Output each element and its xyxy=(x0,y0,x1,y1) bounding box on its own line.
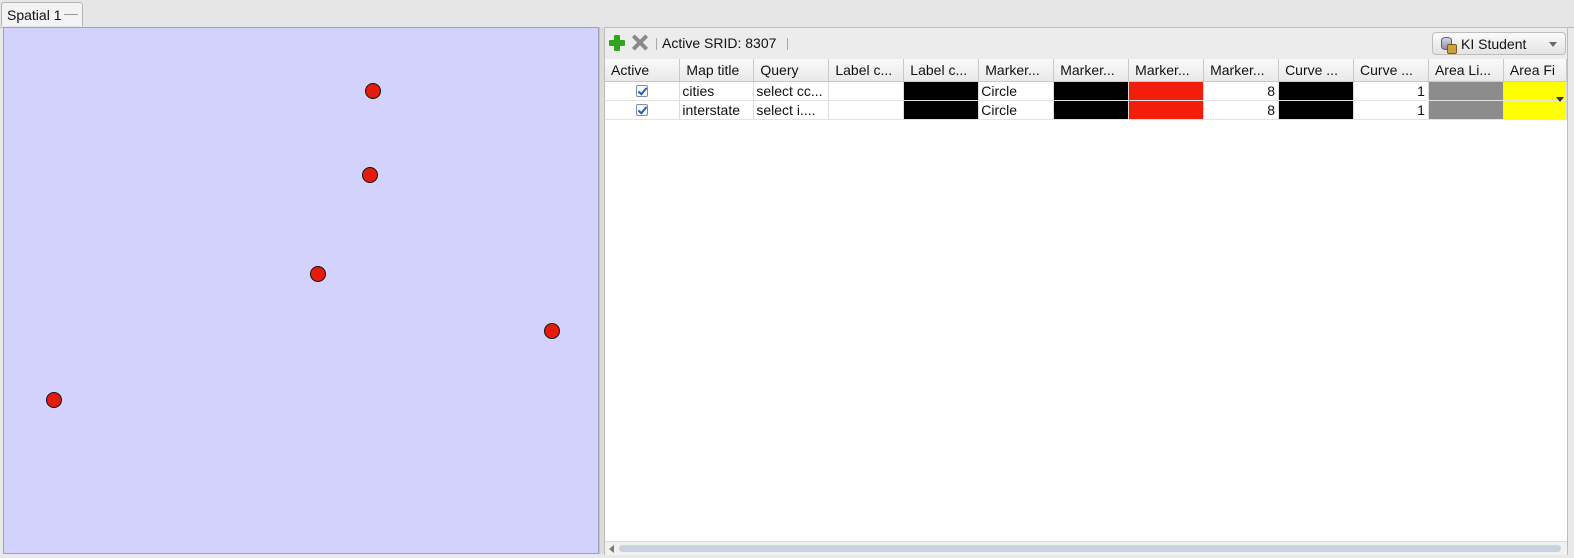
color-swatch xyxy=(1054,101,1128,119)
active-checkbox[interactable] xyxy=(636,104,649,116)
column-header-marker-size[interactable]: Marker... xyxy=(1203,59,1280,82)
column-header-map-title[interactable]: Map title xyxy=(679,59,755,82)
color-swatch xyxy=(1054,82,1128,100)
column-header-query[interactable]: Query xyxy=(753,59,830,82)
area-line-color-cell[interactable] xyxy=(1428,100,1504,120)
layers-toolbar: Active SRID: 8307 KI Student xyxy=(605,28,1567,59)
plus-icon[interactable] xyxy=(609,35,625,51)
map-canvas[interactable] xyxy=(3,27,599,554)
color-swatch xyxy=(1503,101,1566,119)
tab-strip: Spatial 1 xyxy=(0,0,1574,28)
label-column-cell[interactable] xyxy=(828,100,905,120)
column-header-marker-fill-color[interactable]: Marker... xyxy=(1128,59,1205,82)
x-icon[interactable] xyxy=(631,34,649,51)
map-title-cell[interactable]: interstate xyxy=(679,100,755,120)
curve-color-cell[interactable] xyxy=(1278,81,1355,101)
table-header-row: Active Map title Query Label c... Label … xyxy=(605,59,1567,82)
marker-size-cell[interactable]: 8 xyxy=(1203,100,1280,120)
toolbar-separator xyxy=(787,38,788,50)
query-cell[interactable]: select cc... xyxy=(753,81,830,101)
layers-table-container: Active Map title Query Label c... Label … xyxy=(605,59,1567,542)
color-swatch xyxy=(1129,101,1203,119)
horizontal-scrollbar[interactable] xyxy=(605,541,1567,555)
database-icon xyxy=(1441,37,1457,54)
tab-spatial-1[interactable]: Spatial 1 xyxy=(1,2,83,26)
map-point-marker[interactable] xyxy=(365,83,381,99)
map-point-marker[interactable] xyxy=(362,167,378,183)
column-header-marker-line-color[interactable]: Marker... xyxy=(1053,59,1130,82)
column-header-curve-color[interactable]: Curve ... xyxy=(1278,59,1355,82)
layers-panel: Active SRID: 8307 KI Student Active Map … xyxy=(604,27,1568,555)
map-point-marker[interactable] xyxy=(310,266,326,282)
column-header-active[interactable]: Active xyxy=(605,59,681,82)
label-color-cell[interactable] xyxy=(903,81,980,101)
layers-table: Active Map title Query Label c... Label … xyxy=(605,59,1567,120)
marker-size-cell[interactable]: 8 xyxy=(1203,81,1280,101)
color-swatch xyxy=(1279,82,1353,100)
column-header-curve-width[interactable]: Curve ... xyxy=(1353,59,1429,82)
scrollbar-thumb[interactable] xyxy=(619,545,1561,552)
column-header-area-fill-color[interactable]: Area Fi xyxy=(1503,59,1567,82)
marker-fill-color-cell[interactable] xyxy=(1128,81,1205,101)
label-color-cell[interactable] xyxy=(903,100,980,120)
color-swatch xyxy=(1428,101,1503,119)
label-column-cell[interactable] xyxy=(828,81,905,101)
area-fill-color-cell[interactable] xyxy=(1503,100,1567,120)
marker-line-color-cell[interactable] xyxy=(1053,100,1130,120)
active-srid-label: Active SRID: 8307 xyxy=(662,35,777,51)
color-swatch xyxy=(904,101,978,119)
connection-selector[interactable]: KI Student xyxy=(1432,32,1566,55)
color-swatch xyxy=(1279,101,1353,119)
marker-shape-cell[interactable]: Circle xyxy=(978,81,1055,101)
map-title-cell[interactable]: cities xyxy=(679,81,755,101)
active-checkbox-cell[interactable] xyxy=(605,81,681,101)
curve-width-cell[interactable]: 1 xyxy=(1353,81,1429,101)
tab-label: Spatial 1 xyxy=(7,7,62,23)
toolbar-separator xyxy=(656,38,657,50)
color-swatch xyxy=(1129,82,1203,100)
area-line-color-cell[interactable] xyxy=(1428,81,1504,101)
column-menu-chevron-icon[interactable] xyxy=(1556,97,1564,102)
marker-fill-color-cell[interactable] xyxy=(1128,100,1205,120)
marker-line-color-cell[interactable] xyxy=(1053,81,1130,101)
column-header-label-color[interactable]: Label c... xyxy=(903,59,980,82)
map-point-marker[interactable] xyxy=(544,323,560,339)
marker-shape-cell[interactable]: Circle xyxy=(978,100,1055,120)
scroll-left-icon[interactable] xyxy=(609,545,614,553)
color-swatch xyxy=(904,82,978,100)
connection-label: KI Student xyxy=(1461,36,1527,52)
column-header-label-column[interactable]: Label c... xyxy=(828,59,905,82)
table-row[interactable]: cities select cc... Circle 8 1 xyxy=(605,81,1567,101)
color-swatch xyxy=(1428,82,1503,100)
query-cell[interactable]: select i.... xyxy=(753,100,830,120)
chevron-down-icon xyxy=(1549,42,1557,47)
active-checkbox-cell[interactable] xyxy=(605,100,681,120)
tab-minimize-icon[interactable] xyxy=(64,14,78,15)
curve-width-cell[interactable]: 1 xyxy=(1353,100,1429,120)
map-point-marker[interactable] xyxy=(46,392,62,408)
active-checkbox[interactable] xyxy=(636,85,649,97)
curve-color-cell[interactable] xyxy=(1278,100,1355,120)
column-header-marker-shape[interactable]: Marker... xyxy=(978,59,1055,82)
column-header-area-line-color[interactable]: Area Li... xyxy=(1428,59,1504,82)
table-row[interactable]: interstate select i.... Circle 8 1 xyxy=(605,100,1567,120)
